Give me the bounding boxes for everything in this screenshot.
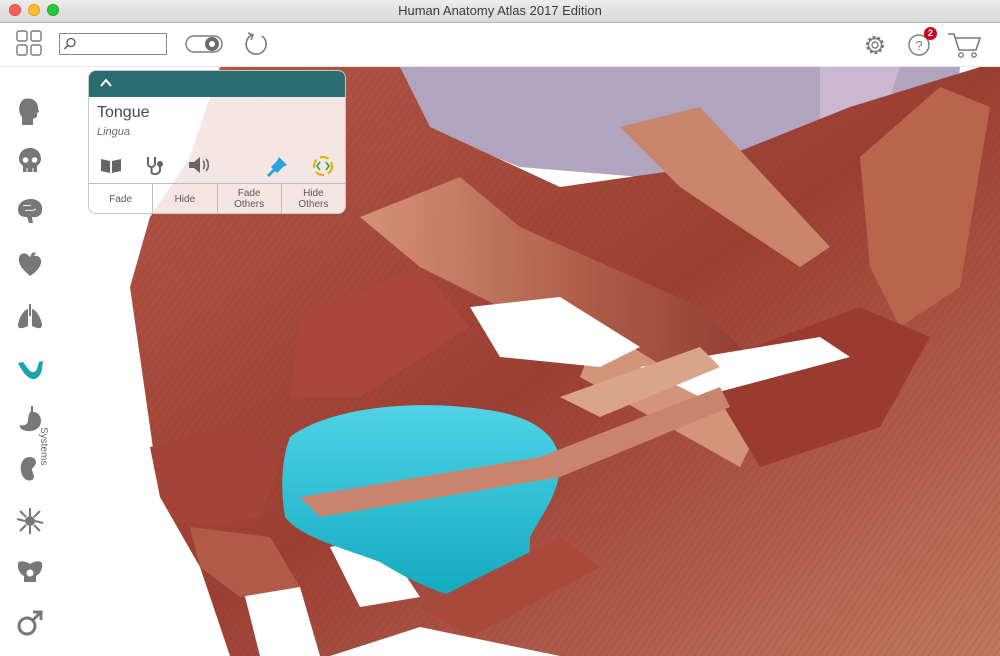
help-badge: 2	[924, 27, 937, 40]
hide-others-button[interactable]: Hide Others	[282, 184, 345, 213]
pin-icon[interactable]	[265, 155, 289, 177]
structure-info-panel: Tongue Lingua Fade Hide Fade Others Hide…	[88, 70, 346, 214]
search-input[interactable]	[78, 35, 168, 55]
fade-others-button[interactable]: Fade Others	[218, 184, 282, 213]
search-icon	[63, 37, 76, 50]
fade-button[interactable]: Fade	[89, 184, 154, 213]
skull-icon[interactable]	[14, 145, 46, 177]
head-icon[interactable]	[14, 95, 46, 127]
ar-view-icon[interactable]	[311, 155, 335, 177]
speaker-icon[interactable]	[187, 155, 211, 175]
structure-title: Tongue	[97, 104, 150, 121]
systems-label[interactable]: Systems	[38, 427, 49, 465]
hide-button[interactable]: Hide	[153, 184, 218, 213]
svg-text:?: ?	[915, 38, 922, 53]
nerve-cell-icon[interactable]	[14, 505, 46, 537]
heart-icon[interactable]	[14, 247, 46, 279]
pelvis-icon[interactable]	[14, 555, 46, 587]
panel-button-row: Fade Hide Fade Others Hide Others	[89, 183, 345, 213]
panel-header	[89, 71, 345, 97]
male-symbol-icon[interactable]	[14, 607, 46, 639]
muscle-icon[interactable]	[14, 353, 46, 385]
gear-icon[interactable]	[862, 32, 888, 58]
cart-icon[interactable]	[946, 30, 982, 60]
book-icon[interactable]	[99, 155, 123, 175]
window-title: Human Anatomy Atlas 2017 Edition	[398, 3, 602, 18]
reset-icon[interactable]	[242, 30, 270, 58]
chevron-up-icon[interactable]	[99, 77, 113, 89]
structure-latin-name: Lingua	[97, 126, 131, 138]
grid-icon[interactable]	[16, 30, 42, 56]
toolbar: ? 2	[0, 23, 1000, 67]
stethoscope-icon[interactable]	[143, 155, 167, 177]
search-box[interactable]	[59, 33, 168, 55]
systems-sidebar: Systems	[0, 67, 60, 656]
title-bar: Human Anatomy Atlas 2017 Edition	[0, 0, 1000, 23]
lungs-icon[interactable]	[14, 301, 46, 333]
brain-icon[interactable]	[14, 195, 46, 227]
toggle-icon[interactable]	[185, 34, 223, 54]
